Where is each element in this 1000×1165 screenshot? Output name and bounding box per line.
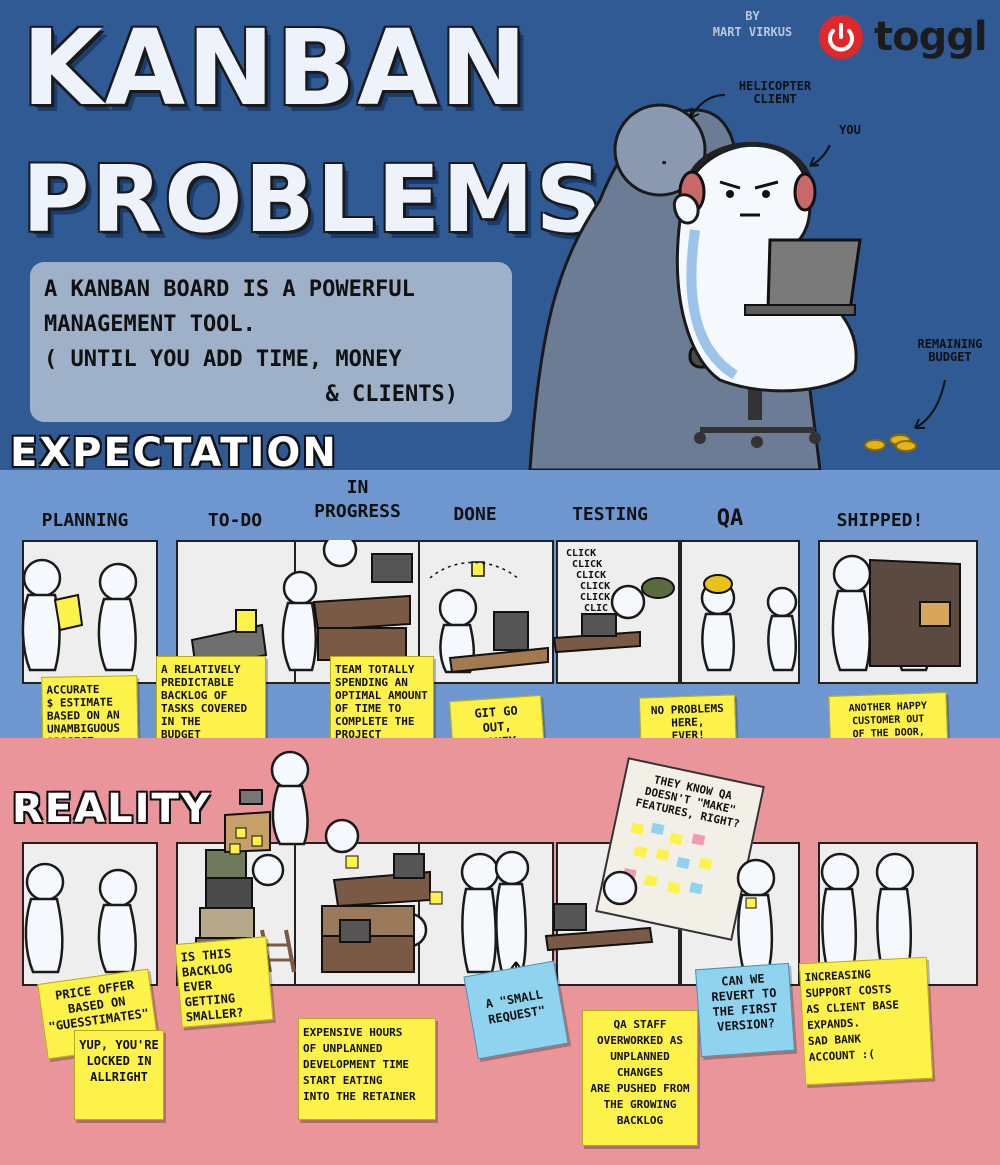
click-sounds: CLICK CLICK CLICK CLICK CLICK CLIC [566, 548, 610, 614]
note-support-costs: INCREASING SUPPORT COSTS AS CLIENT BASE … [798, 956, 934, 1086]
column-done: DONE [453, 504, 497, 525]
click-text-2: CLICK [572, 559, 603, 570]
note-small-request: A "SMALL REQUEST" [463, 960, 569, 1060]
expectation-illustrations [21, 540, 961, 674]
intro-line-3: ( UNTIL YOU ADD TIME, MONEY [44, 347, 402, 372]
brand-name: toggl [874, 14, 988, 60]
reality-illustrations [24, 750, 915, 976]
byline: BY MART VIRKUS [712, 9, 793, 39]
intro-line-1: A KANBAN BOARD IS A POWERFUL [44, 277, 415, 302]
column-todo: TO-DO [207, 510, 263, 531]
intro-line-2: MANAGEMENT TOOL. [44, 312, 256, 337]
note-predictable-backlog: A RELATIVELY PREDICTABLE BACKLOG OF TASK… [156, 656, 266, 744]
column-qa: QA [716, 506, 744, 531]
note-revert-first-version: CAN WE REVERT TO THE FIRST VERSION? [695, 962, 795, 1058]
click-text-3: CLICK [576, 570, 607, 581]
note-qa-overworked: QA STAFF OVERWORKED AS UNPLANNED CHANGES… [582, 1010, 698, 1146]
label-you: YOU [839, 123, 861, 137]
title-line-2: PROBLEMS [22, 146, 604, 253]
click-text-5: CLICK [580, 592, 611, 603]
column-in-progress: IN PROGRESS [314, 477, 401, 522]
intro-line-4: & CLIENTS) [325, 382, 458, 407]
column-planning: PLANNING [41, 510, 129, 531]
header-illustration: ᐝ [528, 103, 917, 470]
note-team-optimal: TEAM TOTALLY SPENDING AN OPTIMAL AMOUNT … [330, 656, 434, 748]
note-backlog-smaller: IS THIS BACKLOG EVER GETTING SMALLER? [174, 936, 274, 1028]
label-remaining-budget: REMAINING BUDGET [917, 337, 983, 364]
power-icon [819, 15, 863, 59]
header-section: KANBAN PROBLEMS BY MART VIRKUS toggl A K… [0, 0, 1000, 476]
toggl-logo[interactable]: toggl [818, 14, 988, 60]
label-helicopter-client: HELICOPTER CLIENT [738, 79, 812, 106]
column-shipped: SHIPPED! [836, 510, 924, 531]
svg-text:ᐝ: ᐝ [660, 157, 668, 187]
title-line-1: KANBAN [22, 7, 529, 129]
click-text-4: CLICK [580, 581, 611, 592]
intro-box: A KANBAN BOARD IS A POWERFUL MANAGEMENT … [30, 262, 512, 422]
note-locked-in: YUP, YOU'RE LOCKED IN ALLRIGHT [74, 1030, 164, 1120]
note-expensive-hours: EXPENSIVE HOURS OF UNPLANNED DEVELOPMENT… [298, 1018, 436, 1120]
column-testing: TESTING [572, 504, 648, 525]
click-text-1: CLICK [566, 548, 597, 559]
click-text-6: CLIC [584, 603, 609, 614]
